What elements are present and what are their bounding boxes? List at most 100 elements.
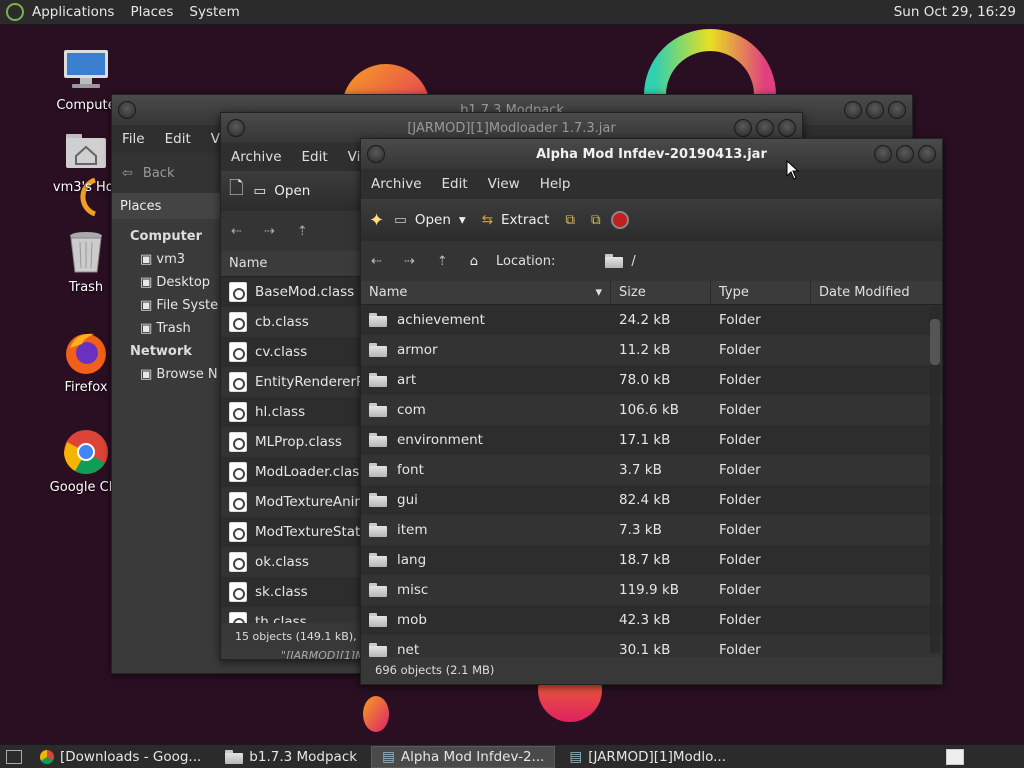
minimize-button[interactable] bbox=[874, 145, 892, 163]
taskbar-item[interactable]: [Downloads - Goog... bbox=[30, 746, 211, 768]
forward-arrow-icon[interactable]: ⇢ bbox=[404, 254, 415, 269]
class-file-icon bbox=[229, 492, 247, 512]
up-arrow-icon[interactable]: ⇡ bbox=[437, 254, 448, 269]
places-menu[interactable]: Places bbox=[122, 4, 181, 20]
column-type[interactable]: Type bbox=[711, 281, 811, 304]
window-alpha-mod[interactable]: Alpha Mod Infdev-20190413.jar Archive Ed… bbox=[360, 138, 943, 685]
column-name[interactable]: Name bbox=[221, 251, 361, 276]
cell-type: Folder bbox=[719, 582, 761, 598]
column-size[interactable]: Size bbox=[611, 281, 711, 304]
taskbar: [Downloads - Goog... b1.7.3 Modpack ▤ Alpha… bbox=[0, 744, 1024, 768]
taskbar-item[interactable]: b1.7.3 Modpack bbox=[215, 746, 367, 768]
column-date-modified[interactable]: Date Modified bbox=[811, 281, 927, 304]
chevron-down-icon[interactable]: ▾ bbox=[459, 212, 466, 228]
close-button[interactable] bbox=[918, 145, 936, 163]
class-file-icon bbox=[229, 282, 247, 302]
minimize-button[interactable] bbox=[734, 119, 752, 137]
extract-button[interactable]: ⇆ Extract bbox=[476, 204, 556, 236]
extract-icon: ⇆ bbox=[481, 212, 494, 228]
back-arrow-icon[interactable]: ⇠ bbox=[231, 224, 242, 239]
back-arrow-icon[interactable]: ⇦ bbox=[122, 166, 133, 181]
cell-size: 119.9 kB bbox=[619, 582, 680, 598]
cell-size: 42.3 kB bbox=[619, 612, 671, 628]
open-button[interactable]: ▭ Open bbox=[247, 175, 316, 207]
taskbar-item[interactable]: ▤ Alpha Mod Infdev-2... bbox=[371, 745, 556, 768]
trash-icon bbox=[62, 228, 110, 276]
chrome-icon bbox=[62, 428, 110, 476]
places-selector[interactable]: Places bbox=[112, 193, 224, 219]
table-row[interactable]: font 3.7 kB Folder bbox=[361, 455, 942, 485]
table-row[interactable]: armor 11.2 kB Folder bbox=[361, 335, 942, 365]
stop-icon[interactable] bbox=[610, 211, 629, 229]
table-row[interactable]: gui 82.4 kB Folder bbox=[361, 485, 942, 515]
menu-view[interactable]: View bbox=[478, 176, 530, 192]
close-button[interactable] bbox=[888, 101, 906, 119]
menu-file[interactable]: File bbox=[112, 131, 155, 147]
home-icon[interactable]: ⌂ bbox=[470, 254, 478, 269]
table-row[interactable]: com 106.6 kB Folder bbox=[361, 395, 942, 425]
cell-name: art bbox=[397, 372, 417, 388]
menu-edit[interactable]: Edit bbox=[292, 149, 338, 165]
column-name[interactable]: Name ▾ bbox=[361, 281, 611, 304]
window-menu-button[interactable] bbox=[227, 119, 245, 137]
menu-help[interactable]: Help bbox=[530, 176, 581, 192]
table-row[interactable]: item 7.3 kB Folder bbox=[361, 515, 942, 545]
cell-size: 3.7 kB bbox=[619, 462, 662, 478]
table-row[interactable]: mob 42.3 kB Folder bbox=[361, 605, 942, 635]
mouse-cursor-icon bbox=[786, 160, 800, 180]
home-folder-icon bbox=[62, 128, 110, 176]
add-files-icon[interactable]: ⧉ bbox=[559, 204, 581, 236]
folder-icon bbox=[369, 523, 387, 537]
table-row[interactable]: achievement 24.2 kB Folder bbox=[361, 305, 942, 335]
open-button[interactable]: ▭ Open ▾ bbox=[388, 204, 472, 236]
class-file-icon bbox=[229, 402, 247, 422]
maximize-button[interactable] bbox=[896, 145, 914, 163]
minimize-button[interactable] bbox=[844, 101, 862, 119]
back-button[interactable]: Back bbox=[143, 166, 175, 181]
menu-edit[interactable]: Edit bbox=[432, 176, 478, 192]
taskbar-item[interactable]: ▤ [JARMOD][1]Modlo... bbox=[559, 746, 736, 768]
table-row[interactable]: net 30.1 kB Folder bbox=[361, 635, 942, 657]
table-row[interactable]: misc 119.9 kB Folder bbox=[361, 575, 942, 605]
applications-menu[interactable]: Applications bbox=[24, 4, 122, 20]
scrollbar[interactable] bbox=[930, 307, 940, 653]
new-archive-icon[interactable]: ✦ bbox=[369, 210, 384, 231]
menu-edit[interactable]: Edit bbox=[155, 131, 201, 147]
maximize-button[interactable] bbox=[756, 119, 774, 137]
cell-name: lang bbox=[397, 552, 427, 568]
table-row[interactable]: art 78.0 kB Folder bbox=[361, 365, 942, 395]
open-icon: ▭ bbox=[253, 183, 267, 199]
table-row[interactable]: lang 18.7 kB Folder bbox=[361, 545, 942, 575]
class-file-icon bbox=[229, 372, 247, 392]
close-button[interactable] bbox=[778, 119, 796, 137]
menu-archive[interactable]: Archive bbox=[361, 176, 432, 192]
new-archive-icon[interactable]: 🗋 bbox=[229, 176, 243, 206]
maximize-button[interactable] bbox=[866, 101, 884, 119]
cell-size: 24.2 kB bbox=[619, 312, 671, 328]
forward-arrow-icon[interactable]: ⇢ bbox=[264, 224, 275, 239]
class-file-icon bbox=[229, 312, 247, 332]
location-field[interactable]: / bbox=[605, 254, 636, 269]
folder-icon bbox=[369, 463, 387, 477]
class-file-icon bbox=[229, 342, 247, 362]
workspace-switcher-icon[interactable] bbox=[946, 748, 964, 765]
cell-size: 78.0 kB bbox=[619, 372, 671, 388]
folder-icon bbox=[605, 254, 624, 268]
table-row[interactable]: environment 17.1 kB Folder bbox=[361, 425, 942, 455]
scrollbar-thumb[interactable] bbox=[930, 319, 940, 365]
add-folder-icon[interactable]: ⧉ bbox=[585, 204, 607, 236]
clock[interactable]: Sun Oct 29, 16:29 bbox=[894, 4, 1024, 20]
location-label: Location: bbox=[495, 253, 556, 269]
system-menu[interactable]: System bbox=[181, 4, 247, 20]
show-desktop-icon[interactable] bbox=[6, 749, 22, 764]
titlebar[interactable]: Alpha Mod Infdev-20190413.jar bbox=[361, 139, 942, 169]
cell-name: font bbox=[397, 462, 424, 478]
folder-icon bbox=[369, 553, 387, 567]
window-menu-button[interactable] bbox=[118, 101, 136, 119]
back-arrow-icon[interactable]: ⇠ bbox=[371, 254, 382, 269]
window-menu-button[interactable] bbox=[367, 145, 385, 163]
menu-archive[interactable]: Archive bbox=[221, 149, 292, 165]
distro-logo-icon[interactable] bbox=[6, 3, 24, 21]
chrome-icon bbox=[40, 749, 54, 764]
up-arrow-icon[interactable]: ⇡ bbox=[297, 224, 308, 239]
